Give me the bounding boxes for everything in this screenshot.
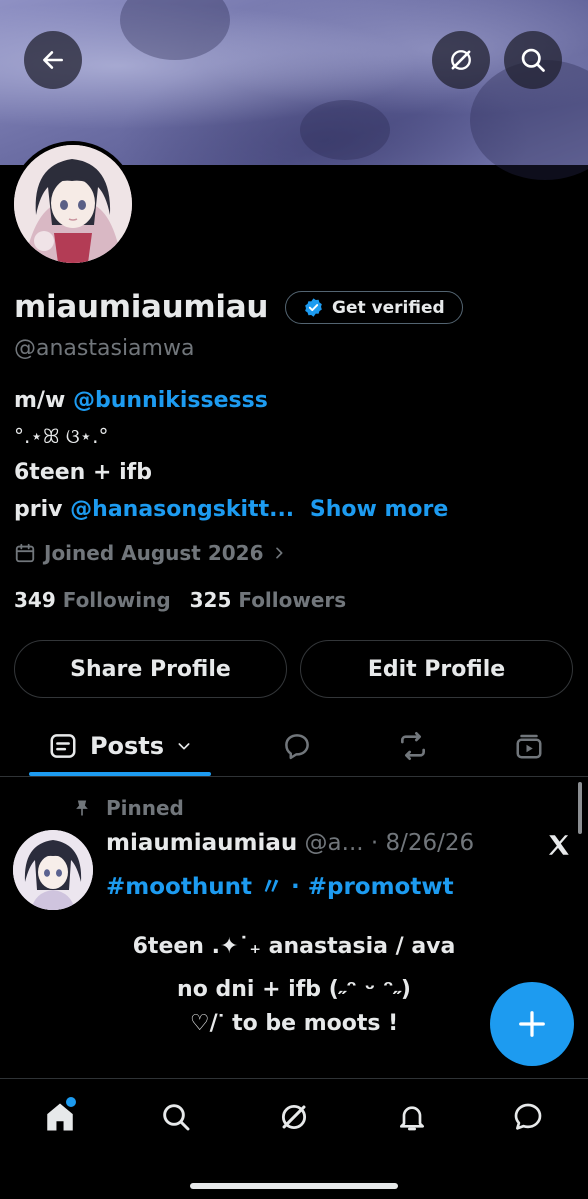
post-separator: · [370,830,379,856]
pinned-label: Pinned [106,796,184,820]
posts-tab-icon [50,734,76,758]
grok-icon [281,1104,307,1130]
following-count: 349 [14,588,56,612]
plus-icon [519,1011,545,1037]
joined-date-row[interactable]: Joined August 2026 [14,540,287,566]
post-author-name[interactable]: miaumiaumiau [106,830,297,856]
arrow-left-icon [43,51,63,69]
post-author-avatar[interactable] [13,830,93,910]
bio-line-1: m/w @bunnikissesss [14,388,268,413]
bio-text: m/w [14,388,66,413]
tab-reposts[interactable] [388,722,438,770]
post-body-line-1: 6teen .✦˙₊ anastasia / ava [132,934,456,959]
repost-tab-icon [401,732,425,760]
tab-media[interactable] [504,722,554,770]
tabs-divider [0,776,588,777]
bio-line-4: priv @hanasongskitt... Show more [14,497,448,522]
pinned-indicator: Pinned [72,796,184,820]
avatar-artwork [13,830,93,910]
nav-messages[interactable] [498,1095,558,1139]
nav-grok[interactable] [264,1095,324,1139]
show-more-link[interactable]: Show more [310,497,448,522]
avatar-artwork [14,145,132,263]
home-notification-dot [66,1097,76,1107]
follow-stats: 349 Following 325 Followers [14,588,346,612]
pin-icon [76,800,88,816]
back-button[interactable] [24,31,82,89]
post-date[interactable]: 8/26/26 [386,830,475,856]
media-tab-icon [516,734,542,759]
nav-notifications[interactable] [382,1095,442,1139]
bio-mention-link[interactable]: @bunnikissesss [73,388,268,413]
user-handle: @anastasiamwa [14,336,195,361]
chevron-down-icon [178,743,190,750]
bio-line-3: 6teen + ifb [14,460,152,485]
search-icon [163,1104,190,1131]
nav-home[interactable] [30,1095,90,1139]
bell-icon [400,1106,424,1131]
get-verified-button[interactable]: Get verified [285,291,463,324]
x-logo-button[interactable] [546,832,572,862]
bio-mention-link[interactable]: @hanasongskitt... [70,497,294,522]
nav-search[interactable] [146,1095,206,1139]
chat-icon [514,1103,542,1130]
bottom-navigation [0,1078,588,1199]
post-author-handle[interactable]: @a... [305,830,364,856]
followers-link[interactable]: 325 Followers [190,588,347,612]
tab-replies[interactable] [272,722,322,770]
followers-count: 325 [189,588,232,612]
grok-button[interactable] [432,31,490,89]
tab-posts-label: Posts [89,732,165,760]
grok-icon [451,50,471,70]
display-name: miaumiaumiau [14,289,269,325]
x-logo-icon [548,835,569,855]
bio-text: priv [14,497,63,522]
get-verified-label: Get verified [332,297,445,318]
search-button[interactable] [504,31,562,89]
following-link[interactable]: 349 Following [14,588,171,612]
verified-badge-icon [305,298,322,317]
edit-profile-button[interactable]: Edit Profile [300,640,573,698]
profile-avatar[interactable] [10,141,136,267]
calendar-icon [15,543,35,563]
followers-label: Followers [238,588,347,612]
replies-tab-icon [285,734,309,760]
joined-date: Joined August 2026 [44,541,264,565]
share-profile-button[interactable]: Share Profile [14,640,287,698]
tab-posts[interactable]: Posts [29,722,211,770]
bio-line-2: °.⋆ꕤ ଓ⋆.° [14,424,109,448]
home-indicator-bar[interactable] [190,1183,398,1189]
profile-banner[interactable] [0,0,588,180]
post-hashtags[interactable]: #moothunt 〃 · #promotwt [106,867,454,901]
scrollbar[interactable] [578,782,582,834]
search-icon [521,48,545,72]
following-label: Following [62,588,171,612]
post-header: miaumiaumiau @a... · 8/26/26 [106,830,486,856]
chevron-right-icon [276,547,283,559]
compose-post-button[interactable] [490,982,574,1066]
